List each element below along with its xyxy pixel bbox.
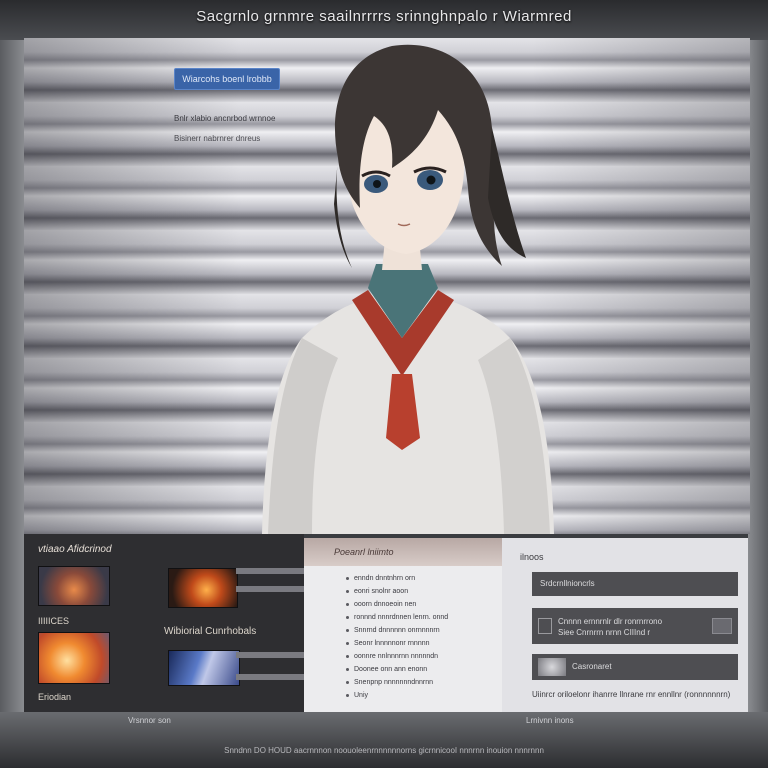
media-panel: vtiaao Afidcrinod IIIIICES Wibiorial Cun… bbox=[24, 534, 304, 712]
window-right-frame bbox=[748, 40, 768, 720]
window-left-frame bbox=[0, 40, 24, 720]
preview-icon bbox=[712, 618, 732, 634]
image-thumbnail-icon bbox=[538, 658, 566, 676]
media-label-2: Eriodian bbox=[38, 692, 72, 702]
divider-strip bbox=[236, 568, 304, 574]
window-title: Sacgrnlo grnmre saailnrrrrs srinnghnpalo… bbox=[196, 8, 572, 25]
character-illustration bbox=[262, 44, 554, 534]
footer-text: Snndnn DO HOUD aacrnnnon noouoleenrnnnnn… bbox=[224, 746, 544, 755]
divider-strip bbox=[236, 586, 304, 592]
status-right: Lrnivnn inons bbox=[526, 716, 574, 725]
link-list-title: Poeanrl lniimto bbox=[304, 538, 502, 566]
option-row-3[interactable]: Casronaret bbox=[532, 654, 738, 680]
list-item[interactable]: enndn dnntnhrn orn bbox=[346, 572, 502, 585]
link-list: enndn dnntnhrn orn eonri snolnr aoon ooo… bbox=[304, 566, 502, 702]
media-thumbnail-3[interactable] bbox=[38, 632, 110, 684]
list-item[interactable]: Seonr lnnnnnonr rnnnnn bbox=[346, 637, 502, 650]
media-thumbnail-2[interactable] bbox=[168, 568, 238, 608]
media-thumbnail-4[interactable] bbox=[168, 650, 240, 686]
link-list-panel: Poeanrl lniimto enndn dnntnhrn orn eonri… bbox=[304, 538, 502, 712]
option-row-2[interactable]: Cnnnn ernnrnlr dlr ronrnrrono Siee Cnrnr… bbox=[532, 608, 738, 644]
media-thumbnail-1[interactable] bbox=[38, 566, 110, 606]
option-row-3-label: Casronaret bbox=[572, 662, 612, 671]
bottom-status-strip: Vrsnnor son Lrnivnn inons bbox=[96, 714, 576, 728]
list-item[interactable]: Snnrnd dnnnnnn onrnnnnrn bbox=[346, 624, 502, 637]
option-row-2-line-1: Cnnnn ernnrnlr dlr ronrnrrono bbox=[558, 617, 663, 626]
list-item[interactable]: Doonee onn ann enonn bbox=[346, 663, 502, 676]
status-left: Vrsnnor son bbox=[128, 716, 171, 725]
list-item[interactable]: oonnre nnlnnnrnn nnnnndn bbox=[346, 650, 502, 663]
options-panel: ilnoos Srdcrnllnioncrls Cnnnn ernnrnlr d… bbox=[502, 538, 748, 712]
divider-strip bbox=[236, 674, 304, 680]
document-icon bbox=[538, 618, 552, 634]
list-item[interactable]: ronnnd nnnrdnnen lenrn. onnd bbox=[346, 611, 502, 624]
option-row-2-line-2: Siee Cnrnrrn nrnn CIIInd r bbox=[558, 628, 651, 637]
list-item[interactable]: Uniy bbox=[346, 689, 502, 702]
divider-strip bbox=[236, 652, 304, 658]
list-item[interactable]: ooorn dnnoeoin nen bbox=[346, 598, 502, 611]
options-panel-footer: Uiinrcr oriloelonr ihanrre llnrane rnr e… bbox=[532, 690, 731, 699]
option-row-1[interactable]: Srdcrnllnioncrls bbox=[532, 572, 738, 596]
options-panel-title: ilnoos bbox=[520, 552, 544, 562]
media-label-1: IIIIICES bbox=[38, 616, 70, 626]
list-item[interactable]: Snenpnp nnnnnnndnnrnn bbox=[346, 676, 502, 689]
media-label-3: Wibiorial Cunrhobals bbox=[164, 626, 257, 637]
hero-banner: Wiarcohs boenl lrobbb Bnlr xlabio ancnrb… bbox=[24, 38, 750, 534]
list-item[interactable]: eonri snolnr aoon bbox=[346, 585, 502, 598]
media-panel-title: vtiaao Afidcrinod bbox=[38, 544, 112, 555]
